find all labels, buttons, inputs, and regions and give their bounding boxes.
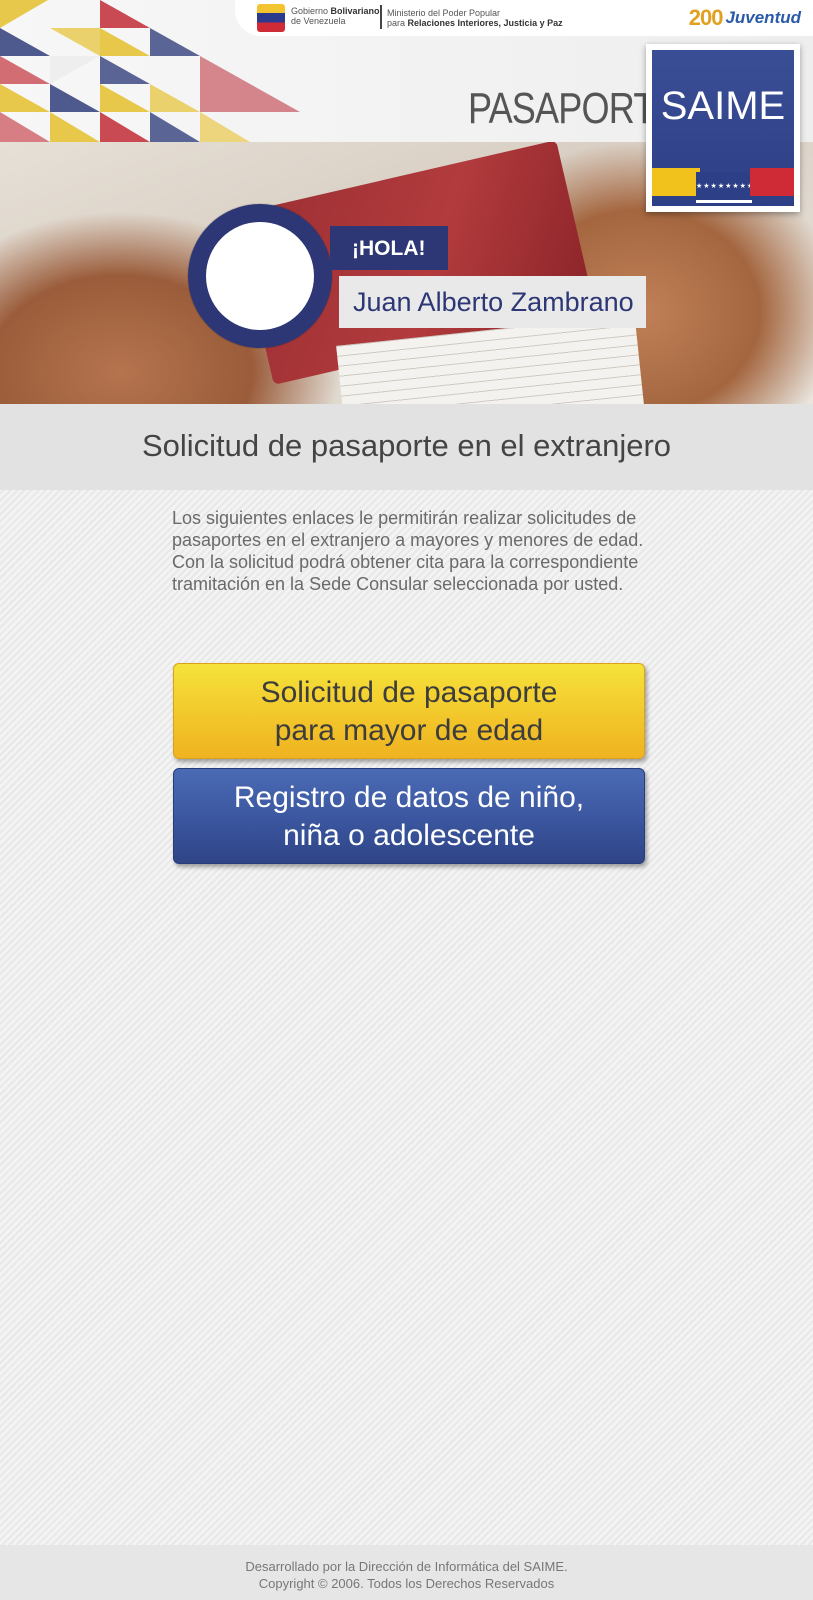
venezuela-flag-icon xyxy=(257,4,285,32)
saime-logo-text: SAIME xyxy=(660,84,786,128)
gov-line2: de Venezuela xyxy=(291,16,346,26)
saime-logo: SAIME ★★★★★★★★ xyxy=(646,44,800,212)
footer-copyright: Copyright © 2006. Todos los Derechos Res… xyxy=(258,1576,555,1591)
adult-button-line1: Solicitud de pasaporte xyxy=(260,676,558,709)
section-title-bar: Solicitud de pasaporte en el extranjero xyxy=(0,404,813,490)
government-label: Gobierno Bolivariano de Venezuela xyxy=(291,6,380,26)
minor-button-line2: niña o adolescente xyxy=(283,819,535,852)
adult-passport-request-button[interactable]: Solicitud de pasaporte para mayor de eda… xyxy=(173,663,645,759)
divider xyxy=(380,5,382,29)
ministry-label: Ministerio del Poder Popular para Relaci… xyxy=(387,8,563,28)
footer: Desarrollado por la Dirección de Informá… xyxy=(0,1545,813,1600)
flag-ribbon: ★★★★★★★★ xyxy=(652,168,794,206)
adult-button-line2: para mayor de edad xyxy=(274,714,544,747)
ministry-line2-b: Relaciones Interiores, Justicia y Paz xyxy=(407,18,563,28)
gov-line1-a: Gobierno xyxy=(291,6,331,16)
avatar-image xyxy=(206,222,314,330)
gov-line1-b: Bolivariano xyxy=(330,6,380,16)
juventud-logo: 200 Juventud xyxy=(689,4,801,32)
ministry-line1: Ministerio del Poder Popular xyxy=(387,8,501,18)
header-banner: Gobierno Bolivariano de Venezuela Minist… xyxy=(0,0,813,404)
government-bar: Gobierno Bolivariano de Venezuela Minist… xyxy=(235,0,813,36)
minor-registration-button[interactable]: Registro de datos de niño, niña o adoles… xyxy=(173,768,645,864)
user-name: Juan Alberto Zambrano xyxy=(339,276,646,328)
ministry-line2-a: para xyxy=(387,18,408,28)
greeting-label: ¡HOLA! xyxy=(330,226,448,270)
footer-credit: Desarrollado por la Dirección de Informá… xyxy=(245,1559,568,1574)
juventud-word: Juventud xyxy=(725,8,801,27)
minor-button-line1: Registro de datos de niño, xyxy=(233,781,585,814)
avatar xyxy=(188,204,332,348)
intro-text: Los siguientes enlaces le permitirán rea… xyxy=(172,508,644,594)
page-title: Solicitud de pasaporte en el extranjero xyxy=(141,428,672,463)
juventud-number: 200 xyxy=(688,5,724,30)
